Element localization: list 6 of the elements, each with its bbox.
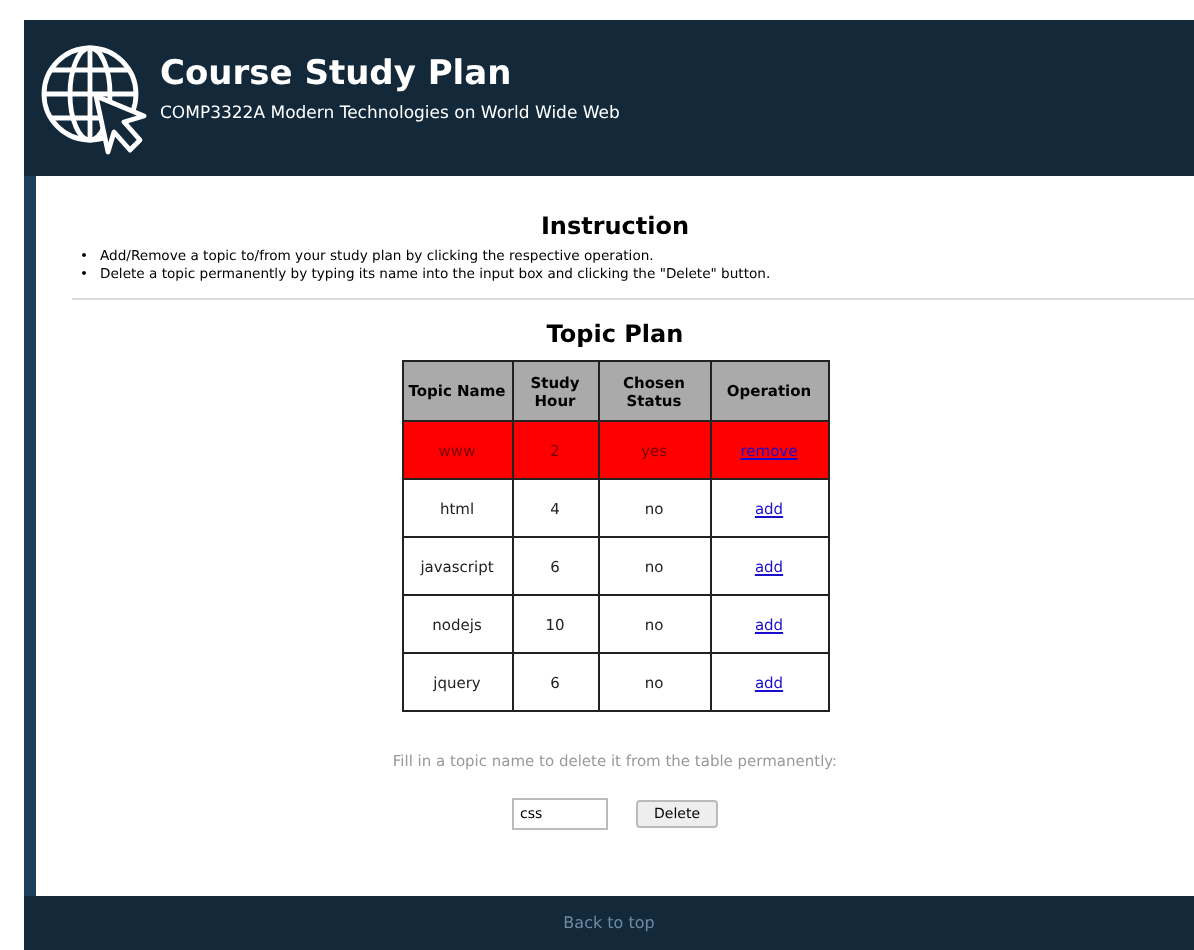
section-heading: Topic Plan <box>546 320 684 348</box>
page-subtitle: COMP3322A Modern Technologies on World Wide Web <box>160 103 620 123</box>
back-to-top-link[interactable]: Back to top <box>563 912 655 934</box>
globe-cursor-icon <box>36 40 152 156</box>
section-heading: Instruction <box>540 212 690 240</box>
page-title: Course Study Plan <box>160 53 514 93</box>
